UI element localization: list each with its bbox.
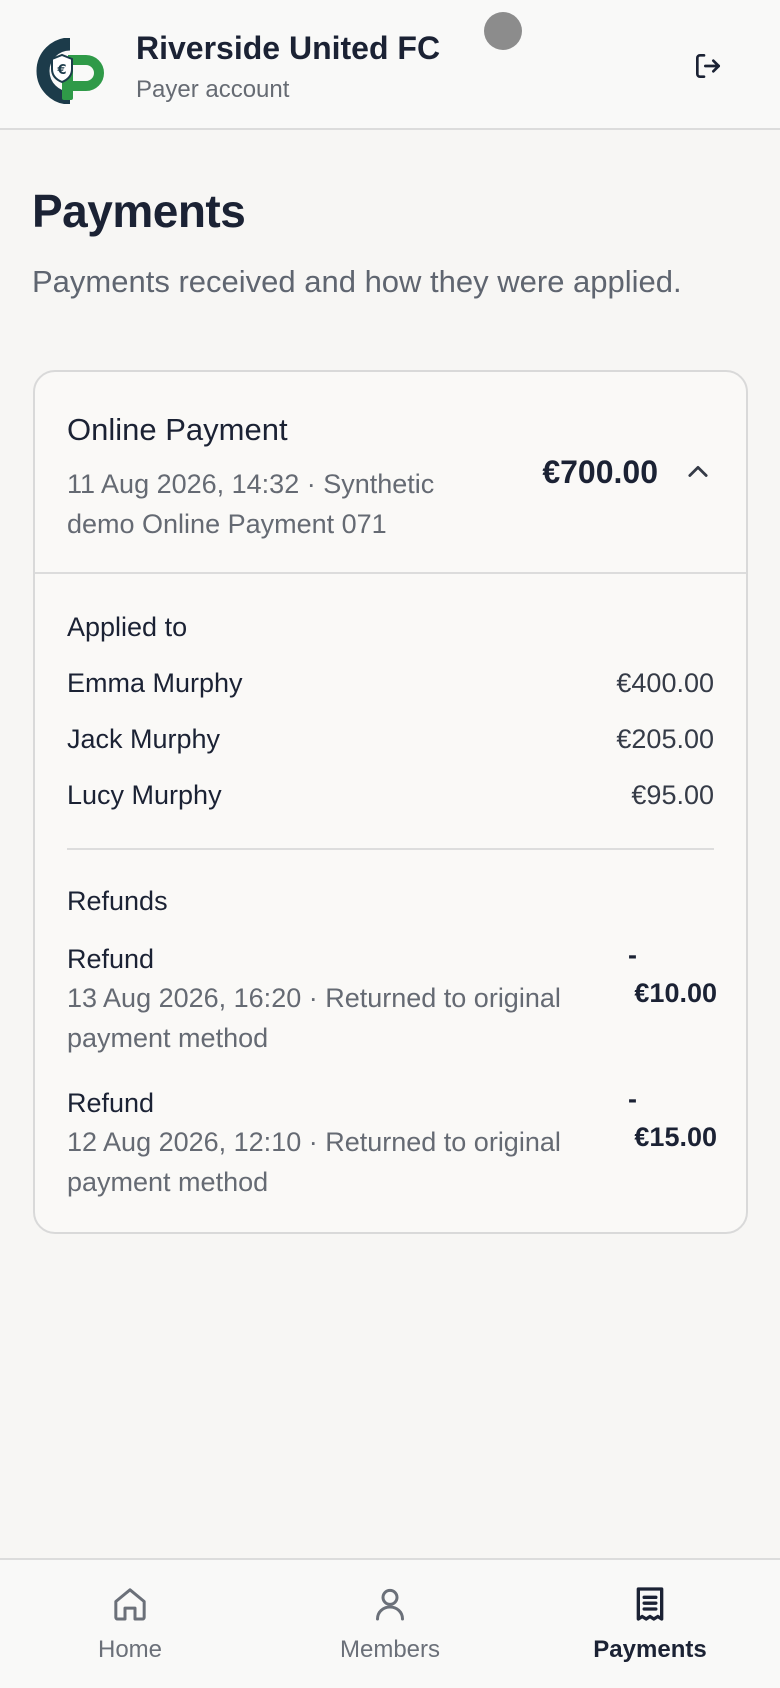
user-icon (376, 1588, 404, 1621)
nav-item-members[interactable]: Members (290, 1584, 490, 1674)
applied-member-name: Jack Murphy (67, 724, 221, 754)
nav-item-home[interactable]: Home (30, 1584, 230, 1674)
refunds-label: Refunds (67, 886, 168, 916)
payment-card: Online Payment 11 Aug 2026, 14:32 · Synt… (33, 370, 748, 1234)
app-root: € Riverside United FC Payer account Paym… (0, 0, 780, 1688)
applied-member-name: Emma Murphy (67, 668, 243, 698)
nav-label-members: Members (339, 1636, 441, 1663)
refund-sign: - (628, 1084, 637, 1114)
page-subtitle: Payments received and how they were appl… (32, 264, 682, 299)
refund-amount: €15.00 (634, 1122, 717, 1152)
club-logo-icon: € (36, 38, 104, 104)
applied-member-amount: €205.00 (616, 724, 714, 754)
receipt-icon (636, 1587, 664, 1621)
payment-detail: 11 Aug 2026, 14:32 · Synthetic demo Onli… (67, 469, 435, 539)
applied-member-name: Lucy Murphy (67, 780, 222, 810)
refund-detail: 12 Aug 2026, 12:10 · Returned to origina… (67, 1127, 561, 1197)
refund-item: Refund 13 Aug 2026, 16:20 · Returned to … (67, 940, 717, 1058)
applied-to-label: Applied to (67, 612, 188, 642)
chevron-up-icon[interactable] (684, 458, 712, 486)
camera-cutout (484, 12, 522, 50)
club-name: Riverside United FC (136, 30, 441, 66)
nav-label-home: Home (97, 1636, 163, 1663)
bottom-nav: Home Members Payments (0, 1558, 780, 1688)
payment-method: Online Payment (67, 412, 288, 447)
home-icon (114, 1588, 146, 1621)
page-title: Payments (32, 185, 246, 237)
nav-item-payments[interactable]: Payments (550, 1584, 750, 1674)
payment-card-header[interactable]: Online Payment 11 Aug 2026, 14:32 · Synt… (35, 372, 746, 574)
refund-title: Refund (67, 1088, 155, 1118)
logout-button[interactable] (686, 44, 730, 88)
applied-member-amount: €95.00 (631, 780, 714, 810)
svg-text:€: € (56, 63, 66, 78)
refund-amount: €10.00 (634, 978, 717, 1008)
account-type-label: Payer account (136, 76, 290, 103)
section-divider (67, 848, 714, 850)
applied-member-amount: €400.00 (616, 668, 714, 698)
refund-sign: - (628, 940, 637, 970)
refund-detail: 13 Aug 2026, 16:20 · Returned to origina… (67, 983, 561, 1053)
nav-label-payments: Payments (593, 1636, 707, 1663)
refund-title: Refund (67, 944, 155, 974)
payment-amount: €700.00 (542, 454, 658, 490)
app-header: € Riverside United FC Payer account (0, 0, 780, 130)
logout-icon (696, 54, 720, 78)
refund-item: Refund 12 Aug 2026, 12:10 · Returned to … (67, 1084, 717, 1202)
